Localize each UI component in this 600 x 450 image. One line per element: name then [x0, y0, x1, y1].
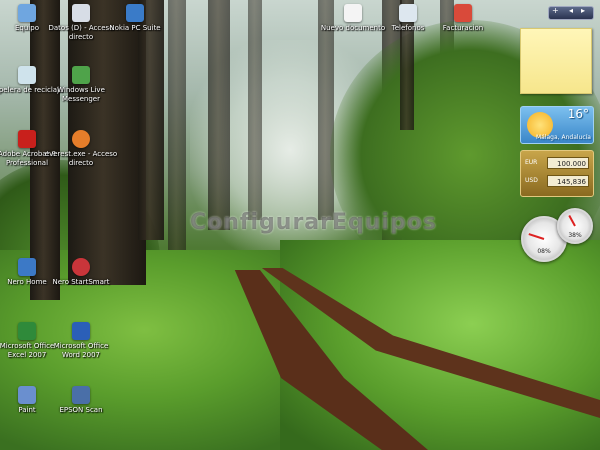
currency-row: USD 145,836 — [525, 175, 589, 189]
word-icon — [72, 322, 90, 340]
desktop-icon-everest[interactable]: everest.exe - Acceso directo — [44, 130, 118, 167]
desktop-icon-messenger[interactable]: Windows Live Messenger — [44, 66, 118, 103]
temperature-value: 16° — [567, 107, 589, 121]
paint-icon — [18, 386, 36, 404]
nero-startsmart-icon — [72, 258, 90, 276]
phone-book-icon — [399, 4, 417, 22]
desktop-icon-nero-startsmart[interactable]: Nero StartSmart — [44, 258, 118, 287]
billing-app-icon — [454, 4, 472, 22]
currency-value-field[interactable]: 100.000 — [547, 157, 589, 169]
notes-gadget[interactable] — [520, 28, 592, 94]
next-page-button[interactable]: ▸ — [581, 6, 585, 15]
desktop-icon-nokia[interactable]: Nokia PC Suite — [98, 4, 172, 33]
currency-value-field[interactable]: 145,836 — [547, 175, 589, 187]
tree-trunk — [318, 0, 334, 220]
memory-gauge-needle — [568, 215, 576, 227]
watermark-text: ConfigurarEquipos — [190, 210, 437, 235]
cpu-readout: 08% — [537, 248, 551, 255]
epson-scan-icon — [72, 386, 90, 404]
currency-code: EUR — [525, 159, 538, 166]
everest-icon — [72, 130, 90, 148]
memory-readout: 38% — [568, 232, 582, 239]
add-gadget-button[interactable]: + — [552, 6, 559, 15]
tree-trunk — [138, 0, 164, 240]
cpu-gauge-needle — [528, 233, 545, 240]
currency-gadget[interactable]: EUR 100.000 USD 145,836 — [520, 150, 594, 197]
messenger-icon — [72, 66, 90, 84]
desktop-icon-facturacion[interactable]: Facturacion — [426, 4, 500, 33]
nokia-pc-suite-icon — [126, 4, 144, 22]
acrobat-icon — [18, 130, 36, 148]
tree-trunk — [168, 0, 186, 250]
tree-trunk — [248, 0, 262, 220]
nero-home-icon — [18, 258, 36, 276]
currency-code: USD — [525, 177, 538, 184]
previous-page-button[interactable]: ◂ — [569, 6, 573, 15]
desktop-icon-epson-scan[interactable]: EPSON Scan — [44, 386, 118, 415]
weather-gadget[interactable]: 16° Málaga, Andalucía — [520, 106, 594, 144]
grass-right — [280, 240, 600, 450]
document-icon — [344, 4, 362, 22]
desktop-icon-word[interactable]: Microsoft Office Word 2007 — [44, 322, 118, 359]
memory-gauge[interactable]: 38% — [557, 208, 593, 244]
currency-row: EUR 100.000 — [525, 157, 589, 171]
tree-trunk — [208, 0, 230, 230]
excel-icon — [18, 322, 36, 340]
sidebar-controls: + ◂ ▸ — [548, 6, 594, 20]
weather-city: Málaga, Andalucía — [535, 134, 591, 141]
drive-shortcut-icon — [72, 4, 90, 22]
computer-icon — [18, 4, 36, 22]
recycle-bin-icon — [18, 66, 36, 84]
